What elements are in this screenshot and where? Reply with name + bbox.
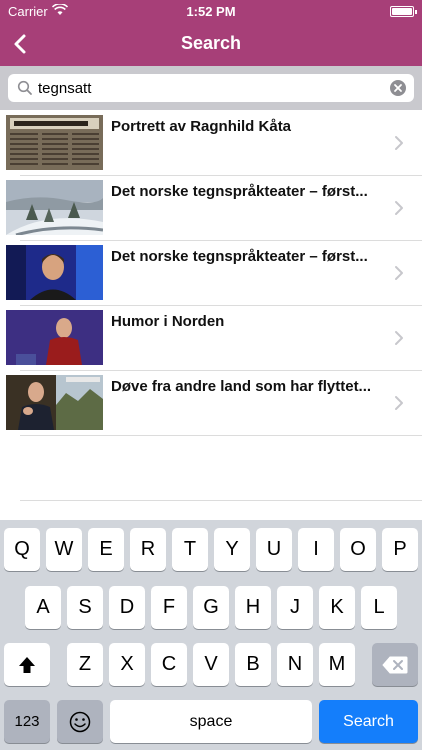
key-y[interactable]: Y bbox=[214, 528, 250, 571]
navigation-bar: Search bbox=[0, 22, 422, 66]
list-item[interactable]: Det norske tegnspråkteater – først... bbox=[0, 175, 422, 241]
key-n[interactable]: N bbox=[277, 643, 313, 686]
list-item[interactable]: Døve fra andre land som har flyttet... bbox=[0, 370, 422, 436]
keyboard: Q W E R T Y U I O P A S D F G H J K L Z … bbox=[0, 520, 422, 750]
key-l[interactable]: L bbox=[361, 586, 397, 629]
man-signing-thumbnail bbox=[6, 375, 103, 430]
key-z[interactable]: Z bbox=[67, 643, 103, 686]
key-u[interactable]: U bbox=[256, 528, 292, 571]
result-title: Det norske tegnspråkteater – først... bbox=[111, 183, 368, 200]
key-r[interactable]: R bbox=[130, 528, 166, 571]
chevron-right-icon bbox=[395, 396, 403, 410]
chevron-right-icon bbox=[395, 266, 403, 280]
emoji-icon bbox=[69, 711, 91, 732]
result-title: Humor i Norden bbox=[111, 313, 225, 330]
header: Carrier 1:52 PM Search bbox=[0, 0, 422, 66]
key-p[interactable]: P bbox=[382, 528, 418, 571]
key-k[interactable]: K bbox=[319, 586, 355, 629]
key-f[interactable]: F bbox=[151, 586, 187, 629]
shift-key[interactable] bbox=[4, 643, 50, 686]
key-w[interactable]: W bbox=[46, 528, 82, 571]
clear-search-button[interactable] bbox=[390, 80, 406, 96]
status-bar: Carrier 1:52 PM bbox=[0, 0, 422, 22]
newspaper-thumbnail bbox=[6, 115, 103, 170]
search-bar bbox=[0, 66, 422, 110]
key-i[interactable]: I bbox=[298, 528, 334, 571]
list-item[interactable]: Det norske tegnspråkteater – først... bbox=[0, 240, 422, 306]
man-on-stage-thumbnail bbox=[6, 310, 103, 365]
search-input[interactable] bbox=[38, 77, 378, 99]
key-a[interactable]: A bbox=[25, 586, 61, 629]
snowy-landscape-thumbnail bbox=[6, 180, 103, 235]
woman-on-stage-thumbnail bbox=[6, 245, 103, 300]
result-title: Døve fra andre land som har flyttet... bbox=[111, 378, 372, 395]
backspace-icon bbox=[382, 656, 408, 673]
key-g[interactable]: G bbox=[193, 586, 229, 629]
page-title: Search bbox=[180, 33, 242, 53]
key-v[interactable]: V bbox=[193, 643, 229, 686]
key-j[interactable]: J bbox=[277, 586, 313, 629]
delete-key[interactable] bbox=[372, 643, 418, 686]
result-title: Det norske tegnspråkteater – først... bbox=[111, 248, 368, 265]
emoji-key[interactable] bbox=[57, 700, 103, 743]
list-item[interactable]: Humor i Norden bbox=[0, 305, 422, 371]
key-h[interactable]: H bbox=[235, 586, 271, 629]
key-q[interactable]: Q bbox=[4, 528, 40, 571]
search-icon bbox=[17, 80, 32, 95]
space-key[interactable]: space bbox=[110, 700, 312, 743]
list-item[interactable]: Portrett av Ragnhild Kåta bbox=[0, 110, 422, 176]
shift-icon bbox=[19, 656, 35, 673]
key-o[interactable]: O bbox=[340, 528, 376, 571]
key-s[interactable]: S bbox=[67, 586, 103, 629]
chevron-right-icon bbox=[395, 201, 403, 215]
search-field[interactable] bbox=[8, 74, 414, 102]
key-t[interactable]: T bbox=[172, 528, 208, 571]
key-d[interactable]: D bbox=[109, 586, 145, 629]
status-time: 1:52 PM bbox=[186, 4, 236, 19]
result-title: Portrett av Ragnhild Kåta bbox=[111, 118, 292, 135]
chevron-right-icon bbox=[395, 331, 403, 345]
results-list: Portrett av Ragnhild Kåta Det norske teg… bbox=[0, 110, 422, 436]
key-b[interactable]: B bbox=[235, 643, 271, 686]
battery-icon bbox=[390, 6, 417, 17]
clear-icon bbox=[394, 84, 402, 92]
key-m[interactable]: M bbox=[319, 643, 355, 686]
numbers-key[interactable]: 123 bbox=[4, 700, 50, 743]
divider bbox=[20, 500, 422, 501]
key-e[interactable]: E bbox=[88, 528, 124, 571]
key-c[interactable]: C bbox=[151, 643, 187, 686]
search-key[interactable]: Search bbox=[319, 700, 418, 743]
key-x[interactable]: X bbox=[109, 643, 145, 686]
chevron-right-icon bbox=[395, 136, 403, 150]
